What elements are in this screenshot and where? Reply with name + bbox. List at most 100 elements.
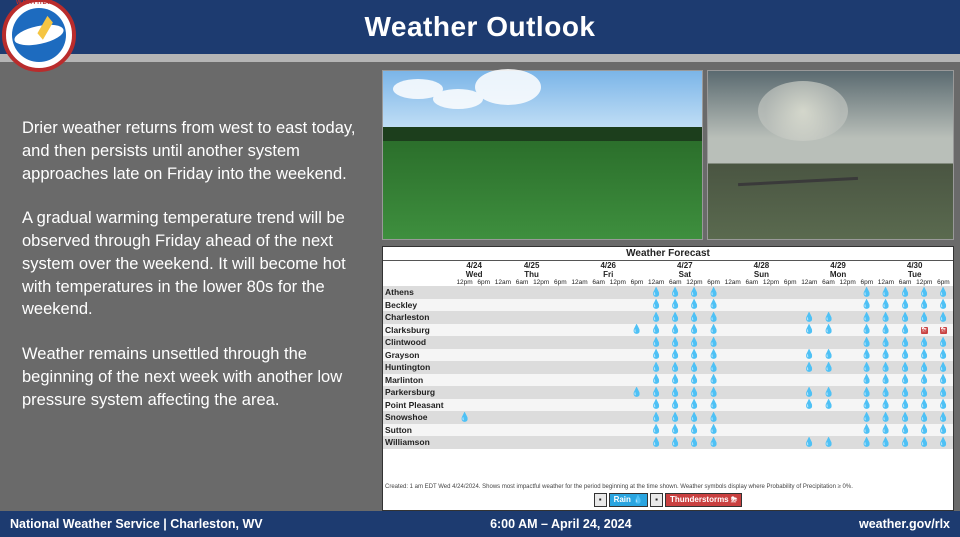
summary-paragraph-1: Drier weather returns from west to east … — [22, 117, 360, 185]
forecast-row: Athens💧💧💧💧💧💧💧💧💧 — [383, 286, 953, 299]
raindrop-icon: 💧 — [900, 287, 911, 297]
raindrop-icon: 💧 — [708, 312, 719, 322]
forecast-location-label: Williamson — [383, 437, 455, 447]
raindrop-icon: 💧 — [938, 287, 949, 297]
raindrop-icon: 💧 — [938, 387, 949, 397]
forecast-row: Huntington💧💧💧💧💧💧💧💧💧💧💧 — [383, 361, 953, 374]
footer-bar: National Weather Service | Charleston, W… — [0, 511, 960, 537]
right-panel: Weather Forecast 4/24Wed4/25Thu4/26Fri4/… — [382, 62, 960, 511]
raindrop-icon: 💧 — [938, 437, 949, 447]
raindrop-icon: 💧 — [880, 362, 891, 372]
header-bar: WEATHER Weather Outlook — [0, 0, 960, 54]
raindrop-icon: 💧 — [861, 374, 872, 384]
photo-storm-airfield — [707, 70, 954, 240]
raindrop-icon: 💧 — [689, 362, 700, 372]
forecast-location-label: Huntington — [383, 362, 455, 372]
raindrop-icon: 💧 — [938, 424, 949, 434]
forecast-day-header: 4/24Wed4/25Thu4/26Fri4/27Sat4/28Sun4/29M… — [383, 261, 953, 279]
raindrop-icon: 💧 — [651, 287, 662, 297]
raindrop-icon: 💧 — [823, 324, 834, 334]
raindrop-icon: 💧 — [689, 349, 700, 359]
logo-ring-text: WEATHER — [16, 0, 53, 6]
forecast-location-label: Marlinton — [383, 375, 455, 385]
raindrop-icon: 💧 — [651, 312, 662, 322]
forecast-table: Weather Forecast 4/24Wed4/25Thu4/26Fri4/… — [382, 246, 954, 511]
raindrop-icon: 💧 — [938, 374, 949, 384]
raindrop-icon: 💧 — [804, 312, 815, 322]
forecast-hour-header: 12pm6pm12am6am12pm6pm12am6am12pm6pm12am6… — [383, 279, 953, 286]
raindrop-icon: 💧 — [900, 324, 911, 334]
raindrop-icon: 💧 — [689, 399, 700, 409]
footer-timestamp: 6:00 AM – April 24, 2024 — [263, 517, 859, 531]
raindrop-icon: 💧 — [938, 399, 949, 409]
raindrop-icon: 💧 — [919, 437, 930, 447]
raindrop-icon: 💧 — [459, 412, 470, 422]
raindrop-icon: 💧 — [861, 387, 872, 397]
raindrop-icon: 💧 — [880, 424, 891, 434]
raindrop-icon: 💧 — [631, 387, 642, 397]
raindrop-icon: 💧 — [880, 387, 891, 397]
raindrop-icon: 💧 — [651, 299, 662, 309]
raindrop-icon: 💧 — [689, 424, 700, 434]
photo-clear-field — [382, 70, 703, 240]
raindrop-icon: 💧 — [670, 387, 681, 397]
photo-strip — [382, 70, 954, 240]
raindrop-icon: 💧 — [861, 412, 872, 422]
raindrop-icon: 💧 — [689, 299, 700, 309]
raindrop-icon: 💧 — [708, 299, 719, 309]
raindrop-icon: 💧 — [823, 387, 834, 397]
forecast-day-col: 4/26Fri — [570, 261, 647, 279]
raindrop-icon: 💧 — [900, 374, 911, 384]
raindrop-icon: 💧 — [689, 312, 700, 322]
raindrop-icon: 💧 — [804, 349, 815, 359]
raindrop-icon: 💧 — [919, 399, 930, 409]
forecast-note: Created: 1 am EDT Wed 4/24/2024. Shows m… — [383, 483, 953, 491]
raindrop-icon: 💧 — [670, 312, 681, 322]
raindrop-icon: 💧 — [880, 337, 891, 347]
raindrop-icon: 💧 — [938, 412, 949, 422]
forecast-row: Point Pleasant💧💧💧💧💧💧💧💧💧💧💧 — [383, 399, 953, 412]
raindrop-icon: 💧 — [880, 412, 891, 422]
forecast-location-label: Athens — [383, 287, 455, 297]
raindrop-icon: 💧 — [670, 362, 681, 372]
raindrop-icon: 💧 — [689, 337, 700, 347]
raindrop-icon: 💧 — [938, 312, 949, 322]
raindrop-icon: 💧 — [670, 287, 681, 297]
footer-url: weather.gov/rlx — [859, 517, 950, 531]
raindrop-icon: 💧 — [900, 399, 911, 409]
forecast-row: Williamson💧💧💧💧💧💧💧💧💧💧💧 — [383, 436, 953, 449]
raindrop-icon: 💧 — [708, 362, 719, 372]
raindrop-icon: 💧 — [919, 387, 930, 397]
legend-bullet-1: ▪ — [594, 493, 607, 507]
forecast-body: Athens 💧 💧 💧 💧 💧 💧 💧 💧 💧 Beckley 💧 💧 💧 💧 💧 💧 💧 💧 💧 Charlesto… — [383, 286, 953, 483]
forecast-day-col: 4/25Thu — [493, 261, 570, 279]
raindrop-icon: 💧 — [689, 324, 700, 334]
forecast-location-label: Charleston — [383, 312, 455, 322]
raindrop-icon: 💧 — [880, 312, 891, 322]
raindrop-icon: 💧 — [823, 399, 834, 409]
raindrop-icon: 💧 — [670, 412, 681, 422]
raindrop-icon: 💧 — [938, 299, 949, 309]
raindrop-icon: 💧 — [861, 337, 872, 347]
raindrop-icon: 💧 — [880, 399, 891, 409]
raindrop-icon: 💧 — [823, 362, 834, 372]
raindrop-icon: 💧 — [900, 424, 911, 434]
raindrop-icon: 💧 — [689, 412, 700, 422]
forecast-location-label: Beckley — [383, 300, 455, 310]
raindrop-icon: 💧 — [631, 324, 642, 334]
forecast-location-label: Parkersburg — [383, 387, 455, 397]
raindrop-icon: 💧 — [689, 374, 700, 384]
raindrop-icon: 💧 — [708, 412, 719, 422]
forecast-title: Weather Forecast — [383, 247, 953, 261]
summary-paragraph-3: Weather remains unsettled through the be… — [22, 343, 360, 411]
forecast-location-label: Point Pleasant — [383, 400, 455, 410]
forecast-row: Clarksburg💧💧💧💧💧💧💧💧💧💧⛈⛈ — [383, 324, 953, 337]
raindrop-icon: 💧 — [708, 349, 719, 359]
forecast-row: Beckley💧💧💧💧💧💧💧💧💧 — [383, 299, 953, 312]
raindrop-icon: 💧 — [651, 412, 662, 422]
raindrop-icon: 💧 — [804, 324, 815, 334]
raindrop-icon: 💧 — [919, 287, 930, 297]
raindrop-icon: 💧 — [708, 387, 719, 397]
raindrop-icon: 💧 — [919, 412, 930, 422]
raindrop-icon: 💧 — [900, 337, 911, 347]
